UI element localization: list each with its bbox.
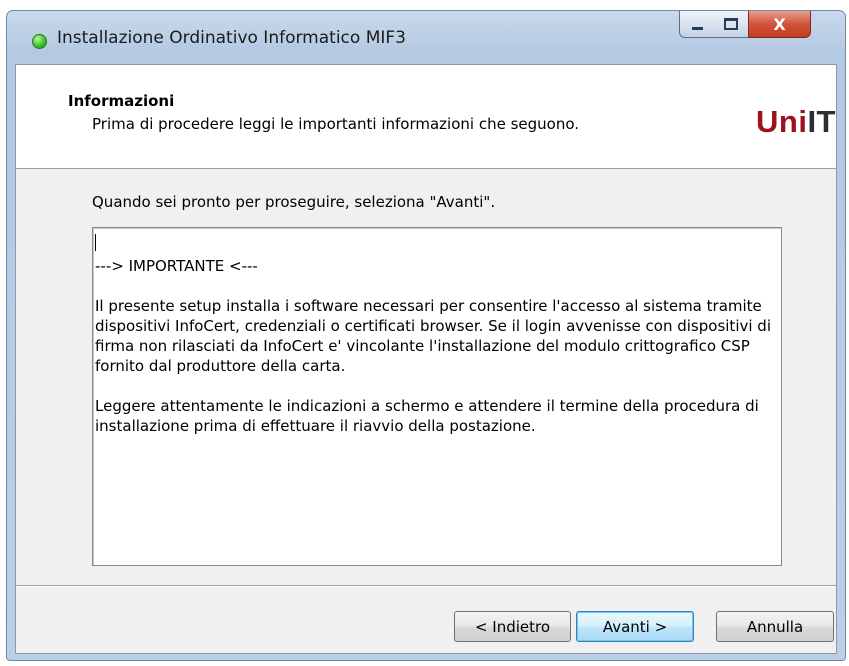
back-button[interactable]: < Indietro xyxy=(454,611,571,642)
minimize-button[interactable] xyxy=(679,11,715,38)
dialog-body: Informazioni Prima di procedere leggi le… xyxy=(15,64,837,654)
page-title: Informazioni xyxy=(68,92,175,110)
logo-uni: Uni xyxy=(756,104,808,139)
app-icon xyxy=(32,34,47,49)
info-paragraph-2: Leggere attentamente le indicazioni a sc… xyxy=(95,397,759,435)
minimize-icon xyxy=(691,26,703,30)
title-bar[interactable]: Installazione Ordinativo Informatico MIF… xyxy=(7,11,845,63)
page-subtitle: Prima di procedere leggi le importanti i… xyxy=(92,115,580,133)
info-textbox[interactable]: ---> IMPORTANTE <--- Il presente setup i… xyxy=(92,227,782,566)
instruction-text: Quando sei pronto per proseguire, selezi… xyxy=(92,193,496,211)
info-paragraph-1: Il presente setup installa i software ne… xyxy=(95,297,771,375)
next-button[interactable]: Avanti > xyxy=(576,611,694,642)
footer-divider xyxy=(16,585,836,587)
close-button[interactable]: X xyxy=(748,11,811,38)
close-icon: X xyxy=(773,14,786,34)
maximize-button[interactable] xyxy=(714,11,749,38)
wizard-header: Informazioni Prima di procedere leggi le… xyxy=(16,65,836,169)
text-caret xyxy=(95,234,96,251)
unit-logo: UniIT xyxy=(756,104,836,140)
window-title: Installazione Ordinativo Informatico MIF… xyxy=(57,28,406,48)
maximize-icon xyxy=(724,18,738,30)
logo-it: IT xyxy=(807,104,836,139)
installer-window: Installazione Ordinativo Informatico MIF… xyxy=(6,10,846,661)
info-heading: ---> IMPORTANTE <--- xyxy=(95,257,258,275)
cancel-button[interactable]: Annulla xyxy=(716,611,834,642)
